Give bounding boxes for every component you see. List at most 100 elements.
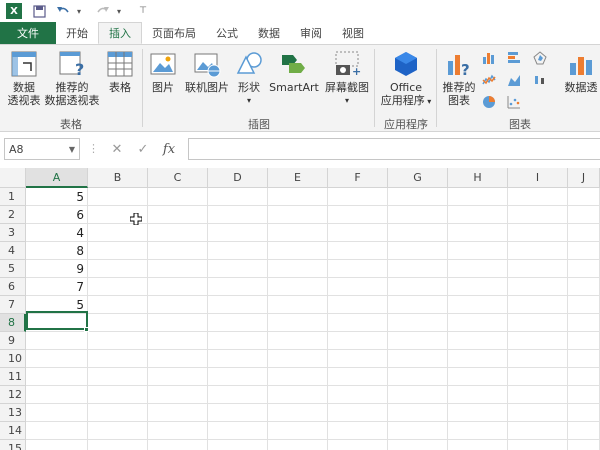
- table-icon: [107, 51, 133, 77]
- column-header-g[interactable]: G: [388, 168, 448, 188]
- recommended-pivot-label-2: 数据透视表: [44, 94, 100, 107]
- save-icon[interactable]: [32, 4, 46, 18]
- recommended-pivot-button[interactable]: ? 推荐的 数据透视表: [44, 49, 100, 107]
- smartart-button[interactable]: SmartArt: [268, 49, 320, 94]
- picture-icon: [150, 53, 176, 75]
- redo-dropdown-icon[interactable]: ▾: [112, 4, 126, 18]
- name-box-value: A8: [9, 142, 24, 156]
- cell-a2[interactable]: 6: [27, 206, 87, 224]
- enter-icon[interactable]: ✓: [134, 140, 152, 158]
- cell-a1[interactable]: 5: [27, 188, 87, 206]
- area-chart-icon[interactable]: [507, 73, 521, 87]
- undo-icon[interactable]: [56, 4, 70, 18]
- group-separator: [374, 49, 375, 127]
- row-header-5[interactable]: 5: [0, 260, 26, 278]
- insert-function-icon[interactable]: fx: [160, 140, 178, 158]
- tab-page-layout[interactable]: 页面布局: [142, 22, 206, 44]
- table-button[interactable]: 表格: [102, 49, 138, 94]
- row-header-13[interactable]: 13: [0, 404, 26, 422]
- shapes-label: 形状: [238, 81, 260, 94]
- picture-label: 图片: [152, 81, 174, 94]
- column-header-c[interactable]: C: [148, 168, 208, 188]
- tab-data[interactable]: 数据: [248, 22, 290, 44]
- office-apps-button[interactable]: Office 应用程序 ▾: [378, 49, 434, 108]
- column-header-i[interactable]: I: [508, 168, 568, 188]
- gridline-vertical: [147, 188, 148, 450]
- row-header-14[interactable]: 14: [0, 422, 26, 440]
- online-picture-button[interactable]: 联机图片: [182, 49, 232, 94]
- gridline-horizontal: [26, 223, 600, 224]
- tab-insert[interactable]: 插入: [98, 22, 142, 44]
- recommended-pivot-icon: ?: [59, 51, 84, 79]
- bar-chart-icon[interactable]: [507, 51, 521, 65]
- column-header-d[interactable]: D: [208, 168, 268, 188]
- row-header-9[interactable]: 9: [0, 332, 26, 350]
- pivot-chart-icon: [570, 57, 592, 75]
- column-header-b[interactable]: B: [88, 168, 148, 188]
- row-header-11[interactable]: 11: [0, 368, 26, 386]
- radar-chart-icon[interactable]: [533, 51, 547, 65]
- tab-view[interactable]: 视图: [332, 22, 374, 44]
- ribbon-tabs: 文件 开始 插入 页面布局 公式 数据 审阅 视图: [0, 22, 600, 44]
- gridline-vertical: [327, 188, 328, 450]
- table-label: 表格: [109, 81, 131, 94]
- recommended-charts-button[interactable]: ? 推荐的 图表: [440, 49, 478, 107]
- row-header-15[interactable]: 15: [0, 440, 26, 450]
- gridline-horizontal: [26, 259, 600, 260]
- gridline-vertical: [207, 188, 208, 450]
- column-header-f[interactable]: F: [328, 168, 388, 188]
- row-header-12[interactable]: 12: [0, 386, 26, 404]
- pivot-table-button[interactable]: 数据 透视表: [4, 49, 44, 107]
- shapes-button[interactable]: 形状 ▾: [234, 49, 264, 107]
- name-box-dropdown-icon[interactable]: ▼: [69, 145, 75, 154]
- line-chart-icon[interactable]: [482, 73, 496, 87]
- cancel-icon[interactable]: ✕: [108, 140, 126, 158]
- row-header-3[interactable]: 3: [0, 224, 26, 242]
- gridline-horizontal: [26, 277, 600, 278]
- row-header-4[interactable]: 4: [0, 242, 26, 260]
- stock-chart-icon[interactable]: [533, 73, 547, 87]
- active-cell-a8[interactable]: [26, 311, 88, 330]
- excel-logo-icon: X: [6, 3, 22, 19]
- row-header-10[interactable]: 10: [0, 350, 26, 368]
- column-chart-icon[interactable]: [482, 51, 496, 65]
- picture-button[interactable]: 图片: [146, 49, 180, 94]
- pie-chart-icon[interactable]: [482, 95, 496, 109]
- tab-home[interactable]: 开始: [56, 22, 98, 44]
- worksheet-grid[interactable]: A B C D E F G H I J 1 2 3 4 5 6 7 8 9 10 11 12 13 14 15 5 6 4 8 9 7 5: [0, 168, 600, 450]
- column-header-e[interactable]: E: [268, 168, 328, 188]
- row-header-8[interactable]: 8: [0, 314, 26, 332]
- cell-a6[interactable]: 7: [27, 278, 87, 296]
- row-header-6[interactable]: 6: [0, 278, 26, 296]
- cell-a3[interactable]: 4: [27, 224, 87, 242]
- column-header-a[interactable]: A: [26, 168, 88, 188]
- cell-a4[interactable]: 8: [27, 242, 87, 260]
- row-header-1[interactable]: 1: [0, 188, 26, 206]
- screenshot-button[interactable]: + 屏幕截图 ▾: [322, 49, 372, 107]
- scatter-chart-icon[interactable]: [507, 95, 521, 109]
- pivot-chart-button[interactable]: 数据透: [562, 49, 600, 94]
- group-label-tables: 表格: [60, 118, 82, 131]
- row-header-2[interactable]: 2: [0, 206, 26, 224]
- column-header-h[interactable]: H: [448, 168, 508, 188]
- tab-file[interactable]: 文件: [0, 22, 56, 44]
- gridline-horizontal: [26, 205, 600, 206]
- formula-bar-grip-icon[interactable]: ⋮: [88, 142, 99, 155]
- undo-dropdown-icon[interactable]: ▾: [72, 4, 86, 18]
- cell-a5[interactable]: 9: [27, 260, 87, 278]
- formula-input[interactable]: [188, 138, 600, 160]
- group-separator: [436, 49, 437, 127]
- customize-icon[interactable]: ⊤: [136, 4, 150, 18]
- formula-bar: A8 ▼ ⋮ ✕ ✓ fx: [0, 138, 600, 160]
- tab-review[interactable]: 审阅: [290, 22, 332, 44]
- recommended-charts-label-2: 图表: [448, 94, 470, 107]
- office-apps-label-1: Office: [389, 81, 423, 94]
- redo-icon[interactable]: [96, 4, 110, 18]
- recommended-pivot-label-1: 推荐的: [55, 81, 89, 94]
- tab-formulas[interactable]: 公式: [206, 22, 248, 44]
- row-header-7[interactable]: 7: [0, 296, 26, 314]
- select-all-corner[interactable]: [0, 168, 26, 188]
- name-box[interactable]: A8 ▼: [4, 138, 80, 160]
- column-header-j[interactable]: J: [568, 168, 600, 188]
- fill-handle[interactable]: [84, 327, 89, 332]
